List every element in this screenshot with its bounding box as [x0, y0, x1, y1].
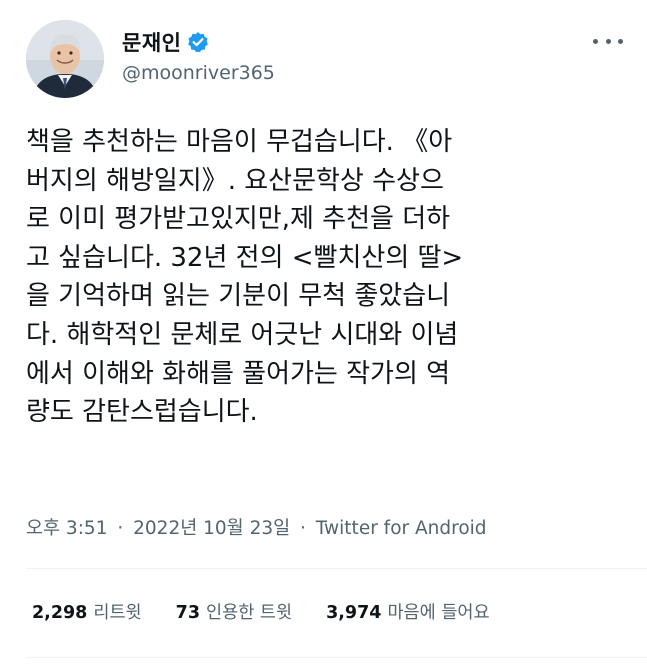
- likes-label: 마음에 들어요: [387, 603, 490, 623]
- avatar[interactable]: [26, 20, 104, 98]
- tweet-date[interactable]: 2022년 10월 23일: [133, 518, 290, 539]
- author-display-name[interactable]: 문재인: [122, 27, 181, 57]
- tweet-text: 책을 추천하는 마음이 무겁습니다. 《아 버지의 해방일지》. 요산문학상 수…: [26, 123, 626, 432]
- likes-count: 3,974: [326, 603, 382, 623]
- retweets-label: 리트윗: [93, 603, 142, 623]
- verified-badge-icon: [187, 31, 209, 53]
- more-dot: [593, 38, 598, 44]
- author-handle[interactable]: @moonriver365: [122, 62, 275, 84]
- meta-separator: ·: [117, 518, 124, 539]
- tweet-text-line: 로 이미 평가받고있지만,제 추천을 더하: [26, 204, 451, 235]
- tweet-text-line: 다. 해학적인 문체로 어긋난 시대와 이념: [26, 319, 459, 350]
- more-options-icon[interactable]: [593, 30, 623, 52]
- more-dot: [605, 38, 611, 44]
- quotes-label: 인용한 트윗: [206, 603, 293, 623]
- avatar-portrait: [26, 20, 104, 98]
- retweets-count: 2,298: [32, 603, 88, 623]
- divider: [26, 657, 647, 658]
- tweet-text-line: 책을 추천하는 마음이 무겁습니다. 《아: [26, 127, 453, 157]
- tweet-text-line: 을 기억하며 읽는 기분이 무척 좋았습니: [26, 281, 451, 312]
- tweet-time[interactable]: 오후 3:51: [26, 518, 107, 539]
- tweet-text-line: 고 싶습니다. 32년 전의 <빨치산의 딸>: [26, 242, 464, 273]
- author-name-row[interactable]: 문재인: [122, 28, 209, 56]
- engagement-stats: 2,298 리트윗 73 인용한 트윗 3,974 마음에 들어요: [32, 599, 524, 624]
- tweet-text-line: 에서 이해와 화해를 풀어가는 작가의 역: [26, 358, 451, 389]
- meta-separator: ·: [300, 518, 306, 539]
- retweets-stat[interactable]: 2,298 리트윗: [32, 599, 142, 624]
- more-dot: [618, 38, 623, 44]
- tweet-container: 문재인 @moonriver365 책을 추천하는 마음이 무겁습니다. 《아 …: [0, 0, 647, 667]
- tweet-source[interactable]: Twitter for Android: [316, 518, 487, 539]
- tweet-text-line: 버지의 해방일지》. 요산문학상 수상으: [26, 165, 444, 196]
- quotes-stat[interactable]: 73 인용한 트윗: [176, 599, 292, 624]
- divider: [26, 568, 647, 569]
- likes-stat[interactable]: 3,974 마음에 들어요: [326, 599, 490, 624]
- tweet-meta: 오후 3:51 · 2022년 10월 23일 · Twitter for An…: [26, 514, 487, 540]
- quotes-count: 73: [175, 603, 201, 623]
- tweet-text-line: 량도 감탄스럽습니다.: [26, 397, 258, 428]
